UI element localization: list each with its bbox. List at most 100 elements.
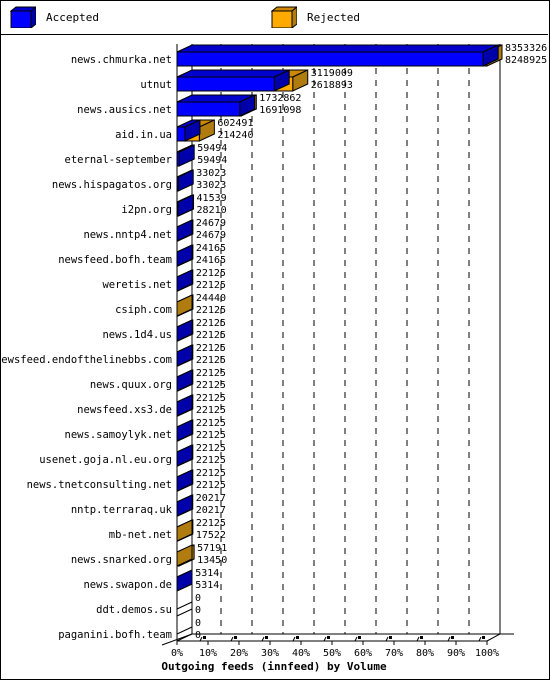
x-tick-diag	[261, 636, 265, 642]
bar-accepted-front	[176, 201, 179, 217]
x-tick-diag	[323, 636, 327, 642]
bar-thin-side	[176, 444, 193, 467]
bar-chart: news.chmurka.net utnut news.ausics.net aid.…	[0, 43, 547, 673]
x-tick-dot	[358, 636, 361, 639]
accepted-value-label: 22125	[196, 480, 226, 491]
bar-accepted	[176, 69, 290, 92]
category-label: news.1d4.us	[102, 329, 172, 341]
total-value-label: 22125	[196, 318, 226, 329]
category-label: mb-net.net	[109, 529, 172, 541]
bar-accepted-top	[176, 69, 290, 78]
x-tick-diag	[230, 636, 234, 642]
total-value-label: 0	[195, 593, 201, 604]
total-value-label: 22125	[196, 393, 226, 404]
x-tick-dot	[265, 636, 268, 639]
total-value-label: 22125	[196, 443, 226, 454]
accepted-value-label: 24165	[196, 255, 226, 266]
total-value-label: 3119009	[311, 68, 353, 79]
bar-thin-side	[176, 344, 193, 367]
total-value-label: 22125	[196, 518, 226, 529]
empty-bar	[176, 608, 193, 617]
x-tick-label: 40%	[292, 648, 310, 659]
bar-accepted-front	[176, 101, 241, 117]
x-tick-label: 20%	[230, 648, 248, 659]
accepted-value-label: 22125	[196, 355, 226, 366]
bar-thin-side	[176, 569, 193, 592]
category-label: usenet.goja.nl.eu.org	[39, 454, 172, 466]
total-value-label: 8353326	[505, 43, 547, 54]
total-value-label: 0	[195, 618, 201, 629]
bar-accepted-side	[177, 169, 194, 192]
accepted-value-label: 0	[195, 605, 201, 616]
bar-accepted-side	[177, 194, 194, 217]
empty-bar-edge	[176, 626, 193, 635]
bar-accepted-front	[176, 51, 484, 67]
x-tick-dot	[389, 636, 392, 639]
bar-accepted-side	[176, 544, 193, 567]
accepted-value-label: 22125	[196, 330, 226, 341]
grid-lines	[220, 44, 470, 634]
bar-accepted-front	[176, 151, 180, 167]
accepted-value-label: 33023	[196, 180, 226, 191]
x-tick-label: 30%	[261, 648, 279, 659]
bar-thin-side	[176, 469, 193, 492]
accepted-value-label: 22125	[196, 430, 226, 441]
x-axis: 0% 10% 20% 30% 40% 50% 60% 70% 80% 90% 100%	[171, 636, 499, 659]
bar-thin-side	[176, 394, 193, 417]
category-label: utnut	[140, 79, 172, 91]
category-label: news.nntp4.net	[83, 229, 172, 241]
bar-thin-side	[176, 244, 193, 267]
x-tick-diag	[385, 636, 389, 642]
total-value-label: 5314	[195, 568, 219, 579]
total-value-label: 33023	[196, 168, 226, 179]
x-tick-label: 60%	[354, 648, 372, 659]
x-tick-label: 70%	[385, 648, 403, 659]
floor-right-edge	[486, 633, 501, 642]
x-tick-dot	[420, 636, 423, 639]
x-tick-diag	[478, 636, 482, 642]
x-tick-diag	[416, 636, 420, 642]
x-tick-dot	[203, 636, 206, 639]
accepted-value-label: 0	[195, 630, 201, 641]
accepted-value-label: 22125	[196, 405, 226, 416]
total-value-label: 20217	[196, 493, 226, 504]
bar-thin-side	[176, 269, 193, 292]
total-value-label: 24440	[196, 293, 226, 304]
x-tick-dot	[451, 636, 454, 639]
bar-thin-side	[176, 319, 193, 342]
accepted-value-label: 2618893	[311, 80, 353, 91]
x-tick-dot	[296, 636, 299, 639]
category-label: news.samoylyk.net	[65, 429, 172, 441]
total-value-label: 1732862	[259, 93, 301, 104]
accepted-value-label: 22125	[196, 280, 226, 291]
x-tick-label: 100%	[475, 648, 499, 659]
category-label: news.ausics.net	[77, 104, 172, 116]
accepted-value-label: 17522	[196, 530, 226, 541]
bar-thin-side	[176, 294, 193, 317]
category-label: ddt.demos.su	[96, 604, 172, 616]
total-value-label: 41539	[197, 193, 227, 204]
bar-thin-side	[176, 219, 193, 242]
category-label: weretis.net	[102, 279, 172, 291]
total-value-label: 24165	[196, 243, 226, 254]
accepted-value-label: 59494	[197, 155, 227, 166]
accepted-value-label: 24679	[196, 230, 226, 241]
bar-accepted-front	[176, 176, 179, 192]
category-label: news.quux.org	[90, 379, 172, 391]
bar-thin-side	[176, 519, 193, 542]
bar-accepted-front	[176, 126, 186, 142]
x-tick-label: 90%	[447, 648, 465, 659]
bar-accepted	[176, 169, 194, 192]
x-tick-label: 80%	[416, 648, 434, 659]
accepted-value-label: 13450	[197, 555, 227, 566]
x-tick-dot	[327, 636, 330, 639]
accepted-value-label: 28210	[197, 205, 227, 216]
empty-bar-edge	[176, 601, 193, 610]
category-label: news.tnetconsulting.net	[27, 479, 172, 491]
accepted-value-label: 22125	[196, 455, 226, 466]
bar-accepted-top	[176, 44, 499, 53]
x-tick-diag	[447, 636, 451, 642]
accepted-value-label: 1691098	[259, 105, 301, 116]
accepted-value-label: 214240	[217, 130, 253, 141]
bar-accepted	[176, 44, 499, 67]
